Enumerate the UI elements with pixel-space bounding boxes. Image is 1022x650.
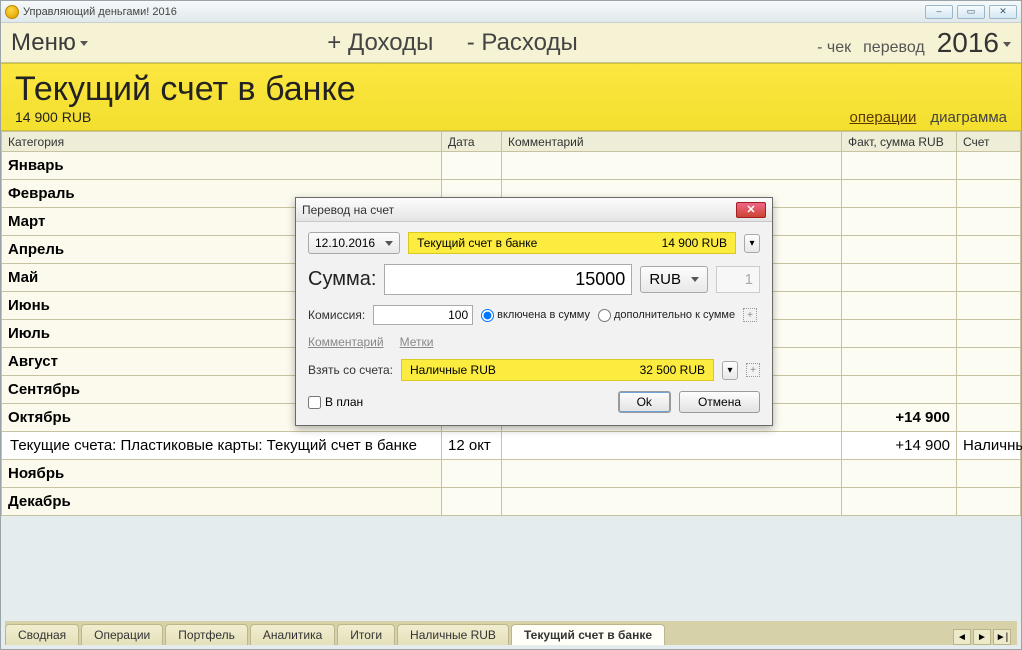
btab-analytics[interactable]: Аналитика <box>250 624 335 645</box>
plan-checkbox[interactable]: В план <box>308 395 363 409</box>
app-icon <box>5 5 19 19</box>
expand-commission[interactable]: + <box>743 308 757 322</box>
account-name: Текущий счет в банке <box>15 70 1007 109</box>
commission-input[interactable] <box>373 305 473 325</box>
comment-link[interactable]: Комментарий <box>308 335 384 349</box>
titlebar: Управляющий деньгами! 2016 – ▭ ✕ <box>1 1 1021 23</box>
to-account-name: Текущий счет в банке <box>417 236 537 250</box>
month-row[interactable]: Ноябрь <box>2 460 442 488</box>
date-value: 12.10.2016 <box>315 236 375 250</box>
from-account-name: Наличные RUB <box>410 363 496 377</box>
month-row[interactable]: Январь <box>2 152 442 180</box>
tags-link[interactable]: Метки <box>400 335 434 349</box>
expense-button[interactable]: - Расходы <box>467 29 578 56</box>
btab-totals[interactable]: Итоги <box>337 624 395 645</box>
btab-summary[interactable]: Сводная <box>5 624 79 645</box>
currency-select[interactable]: RUB <box>640 266 708 293</box>
detail-comment[interactable] <box>502 432 842 460</box>
from-label: Взять со счета: <box>308 363 393 377</box>
radio-included[interactable]: включена в сумму <box>481 309 590 322</box>
tab-scroll-left[interactable]: ◄ <box>953 629 971 645</box>
btab-cash[interactable]: Наличные RUB <box>397 624 509 645</box>
month-row[interactable]: Декабрь <box>2 488 442 516</box>
year-selector[interactable]: 2016 <box>937 27 1011 59</box>
from-account-balance: 32 500 RUB <box>640 363 705 377</box>
btab-operations[interactable]: Операции <box>81 624 163 645</box>
commission-label: Комиссия: <box>308 308 365 322</box>
menu-label: Меню <box>11 29 76 56</box>
cheque-button[interactable]: - чек <box>817 39 851 57</box>
detail-account[interactable]: Наличные <box>957 432 1021 460</box>
minimize-button[interactable]: – <box>925 5 953 19</box>
cancel-button[interactable]: Отмена <box>679 391 760 413</box>
col-date[interactable]: Дата <box>442 132 502 152</box>
account-header: Текущий счет в банке 14 900 RUB операции… <box>1 63 1021 131</box>
year-value: 2016 <box>937 27 999 58</box>
expand-from[interactable]: + <box>746 363 760 377</box>
currency-value: RUB <box>649 271 681 288</box>
bottom-tab-strip: Сводная Операции Портфель Аналитика Итог… <box>5 621 1017 645</box>
close-button[interactable]: ✕ <box>989 5 1017 19</box>
col-account[interactable]: Счет <box>957 132 1021 152</box>
account-balance: 14 900 RUB <box>15 109 91 125</box>
transfer-dialog: Перевод на счет ✕ 12.10.2016 Текущий сче… <box>295 197 773 426</box>
command-bar: Меню + Доходы - Расходы - чек перевод 20… <box>1 23 1021 63</box>
from-account-dropdown[interactable]: ▾ <box>722 361 738 380</box>
ok-button[interactable]: Ok <box>618 391 671 413</box>
menu-button[interactable]: Меню <box>11 29 88 57</box>
dialog-title: Перевод на счет <box>302 203 394 217</box>
tab-operations[interactable]: операции <box>850 109 917 126</box>
btab-current-account[interactable]: Текущий счет в банке <box>511 624 665 645</box>
col-fact[interactable]: Факт, сумма RUB <box>842 132 957 152</box>
to-account-balance: 14 900 RUB <box>662 236 727 250</box>
col-comment[interactable]: Комментарий <box>502 132 842 152</box>
maximize-button[interactable]: ▭ <box>957 5 985 19</box>
window-title: Управляющий деньгами! 2016 <box>23 6 177 18</box>
dialog-titlebar: Перевод на счет ✕ <box>296 198 772 222</box>
date-picker[interactable]: 12.10.2016 <box>308 232 400 254</box>
chevron-down-icon <box>385 241 393 246</box>
col-category[interactable]: Категория <box>2 132 442 152</box>
tab-scroll-right[interactable]: ► <box>973 629 991 645</box>
sum-input[interactable] <box>384 264 632 295</box>
detail-amount[interactable]: +14 900 <box>842 432 957 460</box>
transfer-button[interactable]: перевод <box>863 39 925 57</box>
qty-input[interactable] <box>716 266 760 293</box>
sum-label: Сумма: <box>308 268 376 291</box>
from-account-select[interactable]: Наличные RUB 32 500 RUB <box>401 359 714 381</box>
dialog-close-button[interactable]: ✕ <box>736 202 766 218</box>
btab-portfolio[interactable]: Портфель <box>165 624 248 645</box>
chevron-down-icon <box>1003 42 1011 47</box>
chevron-down-icon <box>80 41 88 46</box>
to-account-dropdown[interactable]: ▾ <box>744 234 760 253</box>
to-account-select[interactable]: Текущий счет в банке 14 900 RUB <box>408 232 736 254</box>
detail-category[interactable]: Текущие счета: Пластиковые карты: Текущи… <box>2 432 442 460</box>
tab-scroll-end[interactable]: ►| <box>993 629 1011 645</box>
radio-extra[interactable]: дополнительно к сумме <box>598 309 735 322</box>
income-button[interactable]: + Доходы <box>327 29 433 56</box>
tab-chart[interactable]: диаграмма <box>930 109 1007 126</box>
detail-date[interactable]: 12 окт <box>442 432 502 460</box>
chevron-down-icon <box>691 277 699 282</box>
